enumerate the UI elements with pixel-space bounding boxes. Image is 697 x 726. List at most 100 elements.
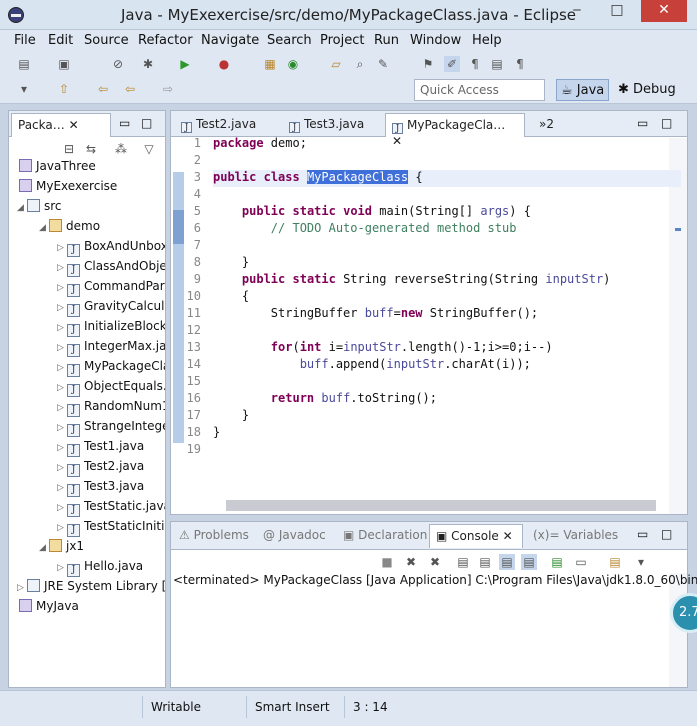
link-with-editor-icon[interactable]: ⇆ xyxy=(83,141,99,157)
new-icon[interactable]: ▤ xyxy=(16,56,32,72)
tree-item[interactable]: ▷ J IntegerMax.ja xyxy=(9,339,165,359)
code-editor[interactable]: 1 package demo; 2 3 public class MyPackageCl… xyxy=(171,136,683,496)
tab-variables[interactable]: (x)= Variables xyxy=(527,524,624,548)
new-class-icon[interactable]: ◉ xyxy=(285,56,301,72)
tab-test3[interactable]: J Test3.java xyxy=(283,113,370,137)
tree-item[interactable]: ▷ J Hello.java xyxy=(9,559,143,579)
close-button[interactable]: ✕ xyxy=(641,0,687,22)
menu-project[interactable]: Project xyxy=(320,33,364,48)
tree-item[interactable]: ▷ J ObjectEquals.j xyxy=(9,379,165,399)
expand-toggle-icon[interactable]: ▷ xyxy=(57,563,67,573)
back-icon[interactable]: ⇦ xyxy=(122,81,138,97)
expand-toggle-icon[interactable]: ▷ xyxy=(57,283,67,293)
close-icon[interactable]: ✕ xyxy=(503,529,513,543)
expand-toggle-icon[interactable]: ▷ xyxy=(17,583,27,593)
view-menu-icon[interactable]: ▾ xyxy=(633,554,649,570)
menu-refactor[interactable]: Refactor xyxy=(138,33,193,48)
view-menu-icon[interactable]: ▽ xyxy=(141,141,157,157)
toggle-block-icon[interactable]: ✐ xyxy=(444,56,460,72)
tab-console[interactable]: ▣ Console ✕ xyxy=(429,524,523,548)
tree-item[interactable]: ◢ src xyxy=(9,199,62,219)
open-console-icon[interactable]: ▤ xyxy=(607,554,623,570)
clear-console-icon[interactable]: ▤ xyxy=(455,554,471,570)
tab-mypackageclass[interactable]: J MyPackageCla… ✕ xyxy=(385,113,525,148)
menu-window[interactable]: Window xyxy=(410,33,461,48)
expand-toggle-icon[interactable]: ▷ xyxy=(57,363,67,373)
overflow-tabs-button[interactable]: »2 xyxy=(533,113,560,137)
close-icon[interactable]: ✕ xyxy=(69,118,79,132)
menu-run[interactable]: Run xyxy=(374,33,399,48)
minimize-view-icon[interactable]: ▭ xyxy=(119,116,130,130)
expand-toggle-icon[interactable]: ▷ xyxy=(57,383,67,393)
menu-source[interactable]: Source xyxy=(84,33,129,48)
maximize-view-icon[interactable]: □ xyxy=(661,527,672,541)
tree-item[interactable]: ▷ J Test1.java xyxy=(9,439,144,459)
tree-item[interactable]: ▷ J CommandPara xyxy=(9,279,165,299)
expand-toggle-icon[interactable]: ◢ xyxy=(17,203,27,213)
menu-file[interactable]: File xyxy=(14,33,36,48)
debug-perspective-button[interactable]: ✱ Debug xyxy=(614,79,680,101)
open-task-icon[interactable]: ✎ xyxy=(375,56,391,72)
scroll-lock-icon[interactable]: ▤ xyxy=(477,554,493,570)
run-icon[interactable]: ▶ xyxy=(177,56,193,72)
tab-javadoc[interactable]: @ Javadoc xyxy=(257,524,332,548)
expand-toggle-icon[interactable]: ▷ xyxy=(57,343,67,353)
expand-toggle-icon[interactable]: ▷ xyxy=(57,483,67,493)
expand-toggle-icon[interactable]: ▷ xyxy=(57,523,67,533)
tree-item[interactable]: ▷ J StrangeIntege xyxy=(9,419,165,439)
tree-item[interactable]: ▷ J GravityCalcula xyxy=(9,299,165,319)
tree-item[interactable]: JavaThree xyxy=(9,159,96,179)
focus-icon[interactable]: ⁂ xyxy=(113,141,129,157)
expand-toggle-icon[interactable]: ◢ xyxy=(39,223,49,233)
quick-access-field[interactable]: Quick Access xyxy=(414,79,545,101)
save-icon[interactable]: ▣ xyxy=(56,56,72,72)
minimize-button[interactable]: ‒ xyxy=(560,0,594,22)
debug-icon[interactable]: ✱ xyxy=(140,56,156,72)
tree-item[interactable]: ▷ J ClassAndObje xyxy=(9,259,165,279)
expand-toggle-icon[interactable]: ▷ xyxy=(57,263,67,273)
menu-search[interactable]: Search xyxy=(267,33,312,48)
show-on-output-icon[interactable]: ▤ xyxy=(499,554,515,570)
expand-toggle-icon[interactable]: ▷ xyxy=(57,423,67,433)
skip-breakpoints-icon[interactable]: ⊘ xyxy=(110,56,126,72)
search-icon[interactable]: ⌕ xyxy=(352,56,368,72)
expand-toggle-icon[interactable]: ▷ xyxy=(57,463,67,473)
tree-item[interactable]: ▷ J InitializeBlockl xyxy=(9,319,165,339)
tree-item[interactable]: ▷ J TestStatic.java xyxy=(9,499,165,519)
open-type-icon[interactable]: ▱ xyxy=(328,56,344,72)
minimize-editor-icon[interactable]: ▭ xyxy=(637,116,648,130)
expand-toggle-icon[interactable]: ▷ xyxy=(57,303,67,313)
tree-item[interactable]: MyExexercise xyxy=(9,179,117,199)
forward-icon[interactable]: ⇨ xyxy=(160,81,176,97)
expand-toggle-icon[interactable]: ▷ xyxy=(57,403,67,413)
next-annotation-icon[interactable]: ▾ xyxy=(16,81,32,97)
menu-navigate[interactable]: Navigate xyxy=(201,33,259,48)
terminate-icon[interactable]: ■ xyxy=(379,554,395,570)
tree-item[interactable]: ▷ J Test3.java xyxy=(9,479,144,499)
toggle-mark-occurrences-icon[interactable]: ⚑ xyxy=(420,56,436,72)
tree-item[interactable]: ▷ J Test2.java xyxy=(9,459,144,479)
remove-launch-icon[interactable]: ✖ xyxy=(403,554,419,570)
expand-toggle-icon[interactable]: ▷ xyxy=(57,323,67,333)
external-tools-icon[interactable]: ● xyxy=(216,56,232,72)
expand-toggle-icon[interactable]: ▷ xyxy=(57,503,67,513)
last-edit-icon[interactable]: ⇦ xyxy=(95,81,111,97)
tree-item[interactable]: ▷ J RandomNum1 xyxy=(9,399,165,419)
java-perspective-button[interactable]: ☕ Java xyxy=(556,79,610,101)
previous-annotation-icon[interactable]: ⇧ xyxy=(56,81,72,97)
collapse-all-icon[interactable]: ⊟ xyxy=(61,141,77,157)
tab-package-explorer[interactable]: Packa… ✕ xyxy=(11,113,111,137)
expand-toggle-icon[interactable]: ◢ xyxy=(39,543,49,553)
show-whitespace-icon[interactable]: ¶ xyxy=(467,56,483,72)
new-java-project-icon[interactable]: ▦ xyxy=(262,56,278,72)
menu-help[interactable]: Help xyxy=(472,33,502,48)
display-console-icon[interactable]: ▭ xyxy=(573,554,589,570)
remove-all-icon[interactable]: ✖ xyxy=(427,554,443,570)
expand-toggle-icon[interactable]: ▷ xyxy=(57,443,67,453)
maximize-view-icon[interactable]: □ xyxy=(141,116,152,130)
menu-edit[interactable]: Edit xyxy=(48,33,73,48)
expand-toggle-icon[interactable]: ▷ xyxy=(57,243,67,253)
pin-editor-icon[interactable]: ¶ xyxy=(512,56,528,72)
tree-item[interactable]: ▷ J MyPackageCla xyxy=(9,359,165,379)
tree-item[interactable]: ▷ J TestStaticIniti xyxy=(9,519,164,539)
